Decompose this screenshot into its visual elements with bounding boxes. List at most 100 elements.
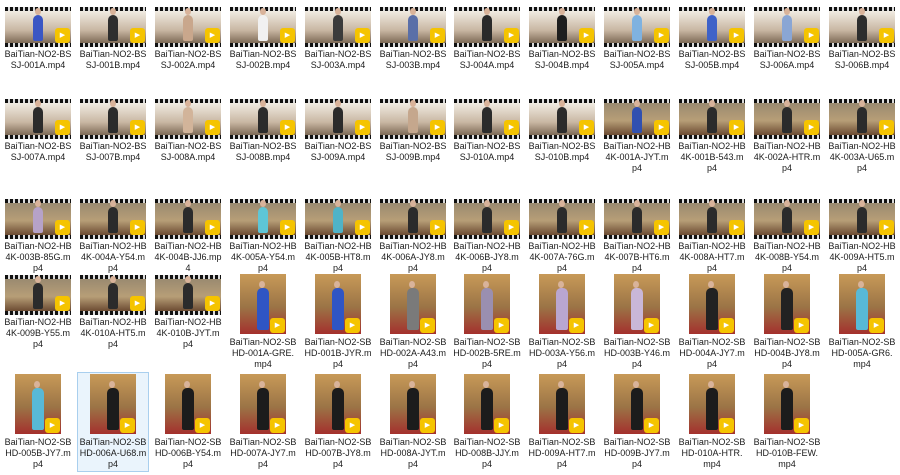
video-thumbnail: ▶ — [464, 374, 510, 434]
thumbnail-figure — [333, 8, 343, 41]
file-name: BaiTian-NO2-BSSJ-002B.mp4 — [229, 49, 297, 70]
thumbnail-figure — [108, 100, 118, 133]
video-thumbnail: ▶ — [454, 199, 520, 239]
thumbnail-figure — [782, 8, 792, 41]
media-player-icon: ▶ — [130, 28, 145, 43]
file-item[interactable]: ▶ BaiTian-NO2-BSSJ-008B.mp4 — [227, 96, 299, 192]
thumbnail-figure — [258, 200, 268, 233]
file-item[interactable]: ▶ BaiTian-NO2-SBHD-007B-JY8.mp4 — [302, 372, 374, 472]
file-item[interactable]: ▶ BaiTian-NO2-BSSJ-002B.mp4 — [227, 4, 299, 100]
file-name: BaiTian-NO2-BSSJ-004A.mp4 — [453, 49, 521, 70]
video-thumbnail: ▶ — [539, 374, 585, 434]
media-player-icon: ▶ — [869, 318, 884, 333]
file-name: BaiTian-NO2-SBHD-008A-JYT.mp4 — [379, 437, 447, 469]
file-name: BaiTian-NO2-HB4K-002A-HTR.mp4 — [753, 141, 821, 173]
file-item[interactable]: ▶ BaiTian-NO2-BSSJ-006B.mp4 — [826, 4, 898, 100]
media-player-icon: ▶ — [270, 318, 285, 333]
video-thumbnail: ▶ — [689, 374, 735, 434]
file-item[interactable]: ▶ BaiTian-NO2-HB4K-010A-HT5.mp4 — [77, 272, 149, 368]
file-item[interactable]: ▶ BaiTian-NO2-BSSJ-007B.mp4 — [77, 96, 149, 192]
thumbnail-figure — [33, 100, 43, 133]
file-item[interactable]: ▶ BaiTian-NO2-BSSJ-001B.mp4 — [77, 4, 149, 100]
file-item[interactable]: ▶ BaiTian-NO2-BSSJ-010B.mp4 — [526, 96, 598, 192]
file-item[interactable]: ▶ BaiTian-NO2-SBHD-010A-HTR.mp4 — [676, 372, 748, 472]
file-item[interactable]: ▶ BaiTian-NO2-BSSJ-005A.mp4 — [601, 4, 673, 100]
media-player-icon: ▶ — [430, 120, 445, 135]
thumbnail-figure — [333, 100, 343, 133]
media-player-icon: ▶ — [280, 28, 295, 43]
thumbnail-figure — [857, 200, 867, 233]
file-item[interactable]: ▶ BaiTian-NO2-SBHD-002B-5RE.mp4 — [451, 272, 523, 372]
file-item[interactable]: ▶ BaiTian-NO2-BSSJ-003B.mp4 — [377, 4, 449, 100]
video-thumbnail: ▶ — [539, 274, 585, 334]
file-item[interactable]: ▶ BaiTian-NO2-BSSJ-009B.mp4 — [377, 96, 449, 192]
media-player-icon: ▶ — [579, 220, 594, 235]
video-thumbnail: ▶ — [80, 275, 146, 315]
thumbnail-figure — [408, 100, 418, 133]
file-item[interactable]: ▶ BaiTian-NO2-SBHD-001A-GRE.mp4 — [227, 272, 299, 372]
file-name: BaiTian-NO2-HB4K-009A-HT5.mp4 — [828, 241, 896, 273]
file-item[interactable]: ▶ BaiTian-NO2-BSSJ-006A.mp4 — [751, 4, 823, 100]
file-item[interactable]: ▶ BaiTian-NO2-SBHD-010B-FEW.mp4 — [751, 372, 823, 472]
file-item[interactable]: ▶ BaiTian-NO2-SBHD-008A-JYT.mp4 — [377, 372, 449, 472]
thumbnail-figure — [557, 200, 567, 233]
file-item[interactable]: ▶ BaiTian-NO2-BSSJ-004A.mp4 — [451, 4, 523, 100]
file-item[interactable]: ▶ BaiTian-NO2-HB4K-002A-HTR.mp4 — [751, 96, 823, 192]
file-name: BaiTian-NO2-SBHD-005A-GR6.mp4 — [828, 337, 896, 369]
file-item[interactable]: ▶ BaiTian-NO2-HB4K-009B-Y55.mp4 — [2, 272, 74, 368]
file-item[interactable]: ▶ BaiTian-NO2-SBHD-009B-JY7.mp4 — [601, 372, 673, 472]
media-player-icon: ▶ — [729, 220, 744, 235]
thumbnail-figure — [332, 281, 344, 330]
video-thumbnail: ▶ — [80, 99, 146, 139]
file-item[interactable]: ▶ BaiTian-NO2-SBHD-004B-JY8.mp4 — [751, 272, 823, 372]
file-item[interactable]: ▶ BaiTian-NO2-SBHD-006A-U68.mp4 — [77, 372, 149, 472]
file-item[interactable]: ▶ BaiTian-NO2-SBHD-005B-JY7.mp4 — [2, 372, 74, 472]
file-item[interactable]: ▶ BaiTian-NO2-SBHD-004A-JY7.mp4 — [676, 272, 748, 372]
media-player-icon: ▶ — [729, 120, 744, 135]
video-thumbnail: ▶ — [829, 199, 895, 239]
media-player-icon: ▶ — [205, 296, 220, 311]
file-item[interactable]: ▶ BaiTian-NO2-SBHD-006B-Y54.mp4 — [152, 372, 224, 472]
file-item[interactable]: ▶ BaiTian-NO2-SBHD-003B-Y46.mp4 — [601, 272, 673, 372]
media-player-icon: ▶ — [130, 296, 145, 311]
file-item[interactable]: ▶ BaiTian-NO2-BSSJ-007A.mp4 — [2, 96, 74, 192]
video-thumbnail: ▶ — [90, 374, 136, 434]
media-player-icon: ▶ — [654, 220, 669, 235]
file-item[interactable]: ▶ BaiTian-NO2-SBHD-009A-HT7.mp4 — [526, 372, 598, 472]
video-thumbnail: ▶ — [829, 99, 895, 139]
file-item[interactable]: ▶ BaiTian-NO2-BSSJ-009A.mp4 — [302, 96, 374, 192]
file-item[interactable]: ▶ BaiTian-NO2-BSSJ-002A.mp4 — [152, 4, 224, 100]
file-item[interactable]: ▶ BaiTian-NO2-HB4K-010B-JYT.mp4 — [152, 272, 224, 368]
thumbnail-figure — [257, 381, 269, 430]
file-item[interactable]: ▶ BaiTian-NO2-SBHD-003A-Y56.mp4 — [526, 272, 598, 372]
video-thumbnail: ▶ — [315, 374, 361, 434]
file-name: BaiTian-NO2-SBHD-006A-U68.mp4 — [79, 437, 147, 469]
file-item[interactable]: ▶ BaiTian-NO2-SBHD-007A-JY7.mp4 — [227, 372, 299, 472]
file-item[interactable]: ▶ BaiTian-NO2-BSSJ-010A.mp4 — [451, 96, 523, 192]
file-item[interactable]: ▶ BaiTian-NO2-BSSJ-001A.mp4 — [2, 4, 74, 100]
file-item[interactable]: ▶ BaiTian-NO2-HB4K-001B-543.mp4 — [676, 96, 748, 192]
video-thumbnail: ▶ — [454, 7, 520, 47]
file-item[interactable]: ▶ BaiTian-NO2-SBHD-001B-JYR.mp4 — [302, 272, 374, 372]
video-thumbnail: ▶ — [305, 7, 371, 47]
file-name: BaiTian-NO2-BSSJ-009B.mp4 — [379, 141, 447, 162]
file-item[interactable]: ▶ BaiTian-NO2-BSSJ-003A.mp4 — [302, 4, 374, 100]
file-item[interactable]: ▶ BaiTian-NO2-SBHD-005A-GR6.mp4 — [826, 272, 898, 372]
media-player-icon: ▶ — [45, 418, 60, 433]
file-name: BaiTian-NO2-BSSJ-005A.mp4 — [603, 49, 671, 70]
media-player-icon: ▶ — [719, 318, 734, 333]
file-name: BaiTian-NO2-BSSJ-010A.mp4 — [453, 141, 521, 162]
thumbnail-figure — [107, 381, 119, 430]
file-item[interactable]: ▶ BaiTian-NO2-HB4K-001A-JYT.mp4 — [601, 96, 673, 192]
media-player-icon: ▶ — [504, 28, 519, 43]
thumbnail-figure — [333, 200, 343, 233]
file-item[interactable]: ▶ BaiTian-NO2-HB4K-003A-U65.mp4 — [826, 96, 898, 192]
file-item[interactable]: ▶ BaiTian-NO2-SBHD-002A-A43.mp4 — [377, 272, 449, 372]
file-item[interactable]: ▶ BaiTian-NO2-BSSJ-008A.mp4 — [152, 96, 224, 192]
file-item[interactable]: ▶ BaiTian-NO2-BSSJ-004B.mp4 — [526, 4, 598, 100]
file-item[interactable]: ▶ BaiTian-NO2-BSSJ-005B.mp4 — [676, 4, 748, 100]
file-name: BaiTian-NO2-BSSJ-003B.mp4 — [379, 49, 447, 70]
file-name: BaiTian-NO2-SBHD-007B-JY8.mp4 — [304, 437, 372, 469]
video-thumbnail: ▶ — [80, 7, 146, 47]
file-item[interactable]: ▶ BaiTian-NO2-SBHD-008B-JJY.mp4 — [451, 372, 523, 472]
